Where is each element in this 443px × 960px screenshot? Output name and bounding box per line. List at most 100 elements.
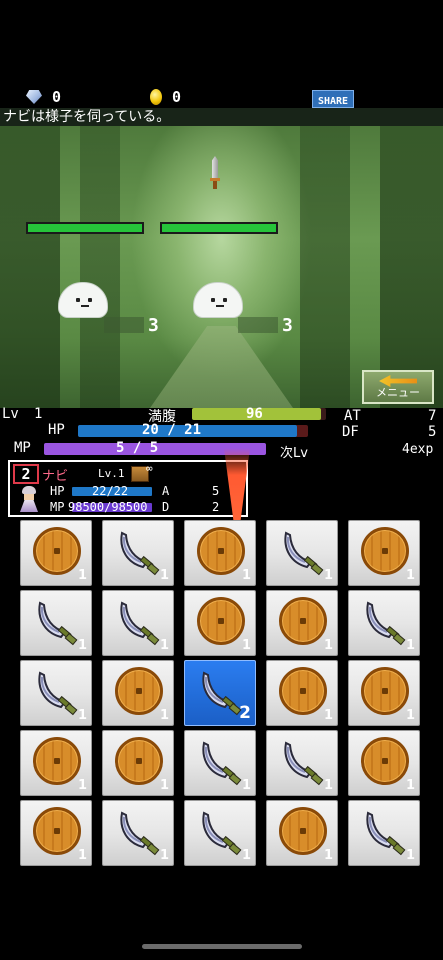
hero-avatar (20, 486, 38, 512)
item-count: 1 (77, 708, 87, 723)
menu-button[interactable]: メニュー (362, 370, 434, 404)
home-indicator[interactable] (142, 944, 302, 949)
infinity-mark: ∞ (146, 462, 153, 475)
coin-counter: 0 (150, 88, 181, 106)
sword-item-slot[interactable]: 1 (348, 590, 420, 656)
slime-enemy[interactable] (193, 282, 243, 318)
forest-tree (80, 126, 120, 408)
scimitar-icon (195, 737, 247, 789)
wooden-shield-icon (279, 807, 327, 855)
df-value: 5 (428, 424, 437, 440)
item-count: 1 (405, 708, 415, 723)
shield-item-slot[interactable]: 1 (102, 730, 174, 796)
battle-message: ナビは様子を伺っている。 (0, 108, 443, 126)
item-count: 1 (405, 848, 415, 863)
character-hp-value: 22/22 (92, 484, 129, 498)
satiety-value: 96 (246, 406, 263, 422)
enemy-hp-fill (28, 224, 142, 232)
menu-label: メニュー (376, 386, 420, 399)
character-name: ナビ (42, 469, 69, 484)
item-count: 1 (241, 568, 251, 583)
enemy-hp-fill (162, 224, 276, 232)
sword-item-slot[interactable]: 1 (184, 800, 256, 866)
sword-item-slot[interactable]: 1 (184, 730, 256, 796)
character-panel[interactable]: 2 ナビ Lv.1 ∞ HP 22/22 A 5 MP 98500/98500 … (8, 460, 248, 517)
item-count: 1 (159, 778, 169, 793)
wooden-shield-icon (197, 597, 245, 645)
share-button[interactable]: SHARE (312, 90, 354, 108)
item-count: 1 (241, 848, 251, 863)
wooden-shield-icon (197, 527, 245, 575)
wooden-shield-icon (115, 737, 163, 785)
shield-item-slot[interactable]: 1 (20, 730, 92, 796)
sword-item-slot[interactable]: 1 (102, 800, 174, 866)
next-level-label: 次Lv (280, 446, 308, 461)
item-count: 1 (405, 568, 415, 583)
wooden-shield-icon (33, 527, 81, 575)
scimitar-icon (277, 527, 329, 579)
wooden-shield-icon (361, 667, 409, 715)
shield-item-slot[interactable]: 1 (348, 660, 420, 726)
item-count: 1 (323, 778, 333, 793)
shield-item-slot[interactable]: 1 (266, 590, 338, 656)
shield-item-slot[interactable]: 1 (348, 730, 420, 796)
item-count: 1 (241, 638, 251, 653)
shield-item-slot[interactable]: 1 (184, 590, 256, 656)
shield-item-slot[interactable]: 1 (266, 800, 338, 866)
shield-item-slot[interactable]: 1 (348, 520, 420, 586)
shield-item-slot[interactable]: 1 (184, 520, 256, 586)
item-count: 1 (323, 708, 333, 723)
shield-item-slot[interactable]: 1 (266, 660, 338, 726)
at-label: AT (344, 408, 361, 424)
scimitar-icon (113, 527, 165, 579)
item-count: 1 (323, 638, 333, 653)
shield-item-slot[interactable]: 1 (20, 800, 92, 866)
forest-tree (300, 126, 350, 408)
item-count: 1 (77, 848, 87, 863)
sword-item-slot[interactable]: 2 (184, 660, 256, 726)
item-count: 1 (77, 568, 87, 583)
shield-item-slot[interactable]: 1 (102, 660, 174, 726)
wooden-shield-icon (279, 597, 327, 645)
hp-value: 20 / 21 (142, 422, 202, 438)
sword-item-slot[interactable]: 1 (266, 730, 338, 796)
mp-value: 5 / 5 (116, 440, 159, 456)
scimitar-icon (113, 807, 165, 859)
dagger-icon (210, 156, 220, 190)
item-count: 1 (159, 638, 169, 653)
resource-bar: 0 0 (0, 86, 443, 110)
hp-label: HP (48, 422, 65, 438)
scimitar-icon (277, 737, 329, 789)
wooden-shield-icon (279, 667, 327, 715)
item-count: 1 (405, 638, 415, 653)
sword-item-slot[interactable]: 1 (266, 520, 338, 586)
df-label: DF (342, 424, 359, 440)
inventory-grid: 1 1 1 1 1 1 1 1 1 1 1 1 2 1 1 1 1 1 1 1 1 1 1 1 1 (20, 520, 424, 866)
item-count: 1 (77, 778, 87, 793)
scimitar-icon (359, 807, 411, 859)
battle-scene: 3 3 メニュー (0, 126, 443, 408)
sword-item-slot[interactable]: 1 (20, 590, 92, 656)
defense-label: D (162, 500, 170, 514)
scimitar-icon (195, 807, 247, 859)
sword-item-slot[interactable]: 1 (102, 520, 174, 586)
scimitar-icon (113, 597, 165, 649)
coin-icon (150, 89, 162, 105)
enemy-hp-bar (26, 222, 144, 234)
enemy-level-value: 3 (282, 314, 293, 336)
lv-label: Lv (2, 406, 19, 422)
enemy-hp-bar (160, 222, 278, 234)
sword-item-slot[interactable]: 1 (20, 660, 92, 726)
forest-tree (380, 126, 443, 408)
sword-item-slot[interactable]: 1 (102, 590, 174, 656)
item-count: 1 (159, 568, 169, 583)
shield-item-slot[interactable]: 1 (20, 520, 92, 586)
wooden-shield-icon (33, 737, 81, 785)
item-count: 1 (77, 638, 87, 653)
share-label: SHARE (312, 90, 354, 108)
party-slot-number: 2 (13, 464, 39, 484)
sword-item-slot[interactable]: 1 (348, 800, 420, 866)
character-mp-label: MP (50, 500, 65, 514)
next-level-exp: 4exp (402, 442, 434, 457)
wooden-shield-icon (115, 667, 163, 715)
